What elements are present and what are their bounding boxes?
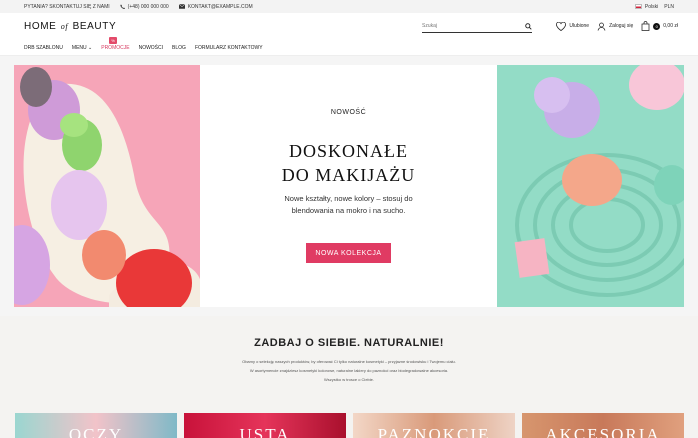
favorites-link[interactable]: Ulubione <box>556 21 589 31</box>
hero-kicker: NOWOŚĆ <box>330 109 367 116</box>
email-link[interactable]: KONTAKT@EXAMPLE.COM <box>178 4 253 10</box>
about-section: ZADBAJ O SIEBIE. NATURALNIE! Obamy o sel… <box>0 316 698 408</box>
cart-link[interactable]: 0 0,00 zł <box>641 21 678 31</box>
cart-total: 0,00 zł <box>663 23 678 29</box>
main-nav: DRB SZABLONU MENU ⌄ % PROMOCJE NOWOŚCI B… <box>0 36 698 56</box>
login-link[interactable]: Zaloguj się <box>597 22 633 31</box>
category-card-eyes[interactable]: OCZY <box>15 413 177 438</box>
nav-item-template[interactable]: DRB SZABLONU <box>24 45 63 51</box>
cart-count-badge: 0 <box>653 22 661 30</box>
hero-subtitle: Nowe kształty, nowe kolory – stosuj do b… <box>284 194 413 215</box>
category-card-lips[interactable]: USTA <box>184 413 346 438</box>
language-selector[interactable]: Polski <box>634 4 658 10</box>
hero-content: NOWOŚĆ DOSKONAŁE DO MAKIJAŻU Nowe kształ… <box>200 65 497 307</box>
phone-link[interactable]: (+48) 000 000 000 <box>120 4 169 10</box>
hero-image-right <box>497 65 684 307</box>
about-text: Obamy o selekcję naszych produktów, by o… <box>242 359 456 382</box>
category-card-accessories[interactable]: AKCESORIA <box>522 413 684 438</box>
nav-item-menu[interactable]: MENU ⌄ <box>72 45 92 51</box>
nav-item-blog[interactable]: BLOG <box>172 45 186 51</box>
contact-question: PYTANIA? SKONTAKTUJ SIĘ Z NAMI <box>24 3 110 10</box>
nav-item-promotions[interactable]: % PROMOCJE <box>101 36 130 51</box>
phone-icon <box>120 4 125 9</box>
heart-icon <box>556 21 567 31</box>
category-cards: OCZY USTA PAZNOKCIE AKCESORIA <box>0 408 698 438</box>
hero-banner: NOWOŚĆ DOSKONAŁE DO MAKIJAŻU Nowe kształ… <box>0 56 698 316</box>
top-info-bar: PYTANIA? SKONTAKTUJ SIĘ Z NAMI (+48) 000… <box>0 0 698 13</box>
hero-image-left <box>14 65 201 307</box>
user-icon <box>597 22 606 31</box>
nav-item-new[interactable]: NOWOŚCI <box>139 45 163 51</box>
about-title: ZADBAJ O SIEBIE. NATURALNIE! <box>254 337 444 349</box>
currency-selector[interactable]: PLN <box>664 4 674 10</box>
promo-badge: % <box>109 36 117 44</box>
search-input[interactable]: Szukaj <box>422 20 532 33</box>
category-card-nails[interactable]: PAZNOKCIE <box>353 413 515 438</box>
shopping-bag-icon <box>641 21 650 31</box>
envelope-icon <box>178 4 185 9</box>
logo[interactable]: HOME of BEAUTY <box>24 21 116 32</box>
hero-title: DOSKONAŁE DO MAKIJAŻU <box>281 141 416 185</box>
search-icon[interactable] <box>525 22 532 30</box>
chevron-down-icon: ⌄ <box>88 44 93 51</box>
new-collection-button[interactable]: NOWA KOLEKCJA <box>306 243 391 263</box>
site-header: HOME of BEAUTY Szukaj Ulubione Zaloguj s… <box>0 13 698 40</box>
flag-poland-icon <box>634 4 642 9</box>
nav-item-contact-form[interactable]: FORMULARZ KONTAKTOWY <box>195 45 263 51</box>
